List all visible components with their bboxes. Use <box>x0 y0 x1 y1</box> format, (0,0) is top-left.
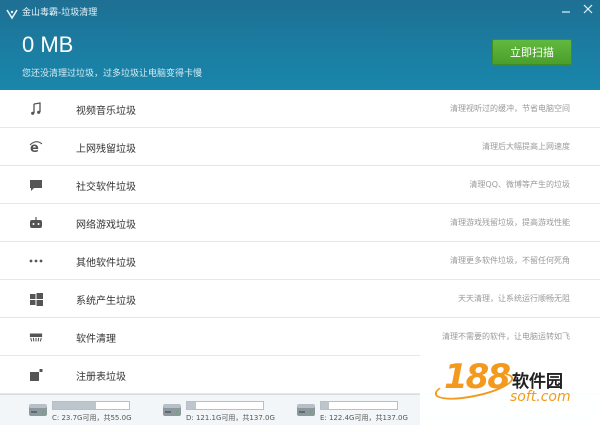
hard-drive-icon <box>28 400 48 420</box>
site-watermark: 188 软件园 soft.com <box>420 345 600 425</box>
item-description: 天天清理，让系统运行顺畅无阻 <box>458 294 570 303</box>
list-item-online-games[interactable]: 网络游戏垃圾 清理游戏残留垃圾，提高游戏性能 <box>0 204 600 242</box>
list-item-system[interactable]: 系统产生垃圾 天天清理，让系统运行顺畅无阻 <box>0 280 600 318</box>
svg-text:e: e <box>30 141 39 154</box>
hard-drive-icon <box>162 400 182 420</box>
item-label: 系统产生垃圾 <box>76 296 136 307</box>
watermark-number: 188 <box>444 357 511 397</box>
chat-bubble-icon <box>29 178 43 192</box>
item-label: 注册表垃圾 <box>76 372 126 383</box>
item-description: 清理视听过的缓冲，节省电脑空间 <box>450 104 570 113</box>
item-description: 清理游戏残留垃圾，提高游戏性能 <box>450 218 570 227</box>
junk-size: 0 MB <box>22 32 74 57</box>
more-dots-icon <box>29 254 43 268</box>
watermark-site: soft.com <box>510 389 571 405</box>
list-item-other-software[interactable]: 其他软件垃圾 清理更多软件垃圾，不留任何死角 <box>0 242 600 280</box>
disk-info: D: 121.1G可用，共137.0G <box>186 414 275 422</box>
disk-usage-bar <box>320 401 398 410</box>
disk-usage-bar <box>186 401 264 410</box>
header: 金山毒霸-垃圾清理 0 MB 您还没清理过垃圾，过多垃圾让电脑变得卡慢 立即扫描 <box>0 0 600 90</box>
software-clean-icon <box>29 330 43 344</box>
windows-logo-icon <box>29 292 43 306</box>
list-item-video-music[interactable]: 视频音乐垃圾 清理视听过的缓冲，节省电脑空间 <box>0 90 600 128</box>
scan-now-button[interactable]: 立即扫描 <box>492 39 572 65</box>
status-subtitle: 您还没清理过垃圾，过多垃圾让电脑变得卡慢 <box>22 69 203 79</box>
disk-info: C: 23.7G可用，共55.0G <box>52 414 132 422</box>
disk-usage-fill <box>187 402 197 409</box>
window-controls <box>560 3 594 15</box>
hard-drive-icon <box>296 400 316 420</box>
title-bar: 金山毒霸-垃圾清理 <box>6 4 98 20</box>
item-description: 清理QQ、微博等产生的垃圾 <box>469 180 570 189</box>
item-description: 清理不需要的软件，让电脑运转如飞 <box>442 332 570 341</box>
disk-info: E: 122.4G可用，共137.0G <box>320 414 408 422</box>
list-item-social[interactable]: 社交软件垃圾 清理QQ、微博等产生的垃圾 <box>0 166 600 204</box>
minimize-icon[interactable] <box>560 3 572 15</box>
game-controller-icon <box>29 216 43 230</box>
registry-icon <box>29 368 43 382</box>
ie-browser-icon: e <box>29 140 43 154</box>
close-icon[interactable] <box>582 3 594 15</box>
item-label: 视频音乐垃圾 <box>76 106 136 117</box>
item-label: 社交软件垃圾 <box>76 182 136 193</box>
music-note-icon <box>29 102 43 116</box>
disk-usage-bar <box>52 401 130 410</box>
disk-usage-fill <box>53 402 97 409</box>
disk-usage-fill <box>321 402 330 409</box>
kingsoft-logo-icon <box>6 5 18 20</box>
item-description: 清理更多软件垃圾，不留任何死角 <box>450 256 570 265</box>
item-label: 其他软件垃圾 <box>76 258 136 269</box>
item-label: 上网残留垃圾 <box>76 144 136 155</box>
window-title: 金山毒霸-垃圾清理 <box>22 7 98 18</box>
list-item-web-residue[interactable]: e 上网残留垃圾 清理后大幅提高上网速度 <box>0 128 600 166</box>
item-description: 清理后大幅提高上网速度 <box>482 142 570 151</box>
item-label: 网络游戏垃圾 <box>76 220 136 231</box>
item-label: 软件清理 <box>76 334 116 345</box>
